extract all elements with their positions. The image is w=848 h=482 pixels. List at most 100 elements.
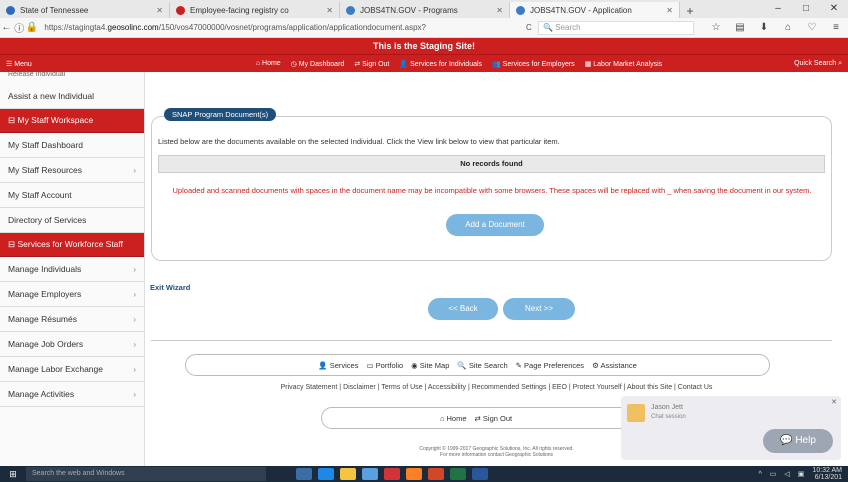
- footer-link-sign-out[interactable]: ⇄ Sign Out: [475, 414, 513, 423]
- sidebar-item-manage-activities[interactable]: Manage Activities ›: [0, 382, 144, 407]
- sidebar-item-label: Manage Labor Exchange: [8, 364, 103, 374]
- sidebar-item-manage-employers[interactable]: Manage Employers ›: [0, 282, 144, 307]
- footer-link-site-search[interactable]: 🔍 Site Search: [457, 361, 507, 370]
- lock-icon: 🔒: [25, 22, 39, 33]
- sidebar-item-manage-r-sum-s[interactable]: Manage Résumés ›: [0, 307, 144, 332]
- reload-icon[interactable]: C: [520, 23, 538, 32]
- footer-tools-bar: 👤 Services ▭ Portfolio ◉ Site Map 🔍 Site Se…: [185, 354, 770, 376]
- help-label: Help: [795, 435, 816, 446]
- close-tab-icon[interactable]: ✕: [496, 6, 503, 15]
- footer-link-assistance[interactable]: ⚙ Assistance: [592, 361, 637, 370]
- network-icon[interactable]: ▭: [770, 470, 777, 478]
- outlook-icon[interactable]: [362, 468, 378, 480]
- exit-wizard-link[interactable]: Exit Wizard: [150, 283, 190, 292]
- services-icon: 👤: [318, 360, 328, 370]
- chevron-right-icon: ›: [133, 165, 136, 175]
- browser-tab[interactable]: JOBS4TN.GOV - Application ✕: [510, 2, 680, 18]
- close-tab-icon[interactable]: ✕: [156, 6, 163, 15]
- close-tab-icon[interactable]: ✕: [326, 6, 333, 15]
- address-bar-row: ← ⓘ 🔒 https://stagingta4.geosolinc.com/1…: [0, 18, 848, 38]
- tray-up-arrow-icon[interactable]: ^: [758, 471, 761, 478]
- sidebar-item-my-staff-account[interactable]: My Staff Account: [0, 183, 144, 208]
- footer-link-label: Site Map: [419, 360, 450, 370]
- sign-out-icon: ⇄: [354, 61, 361, 68]
- clock[interactable]: 10:32 AM 6/13/201: [812, 467, 842, 481]
- info-icon[interactable]: ⓘ: [13, 20, 26, 35]
- pocket-icon[interactable]: ♡: [800, 22, 824, 33]
- url-field[interactable]: https://stagingta4.geosolinc.com/150/vos…: [44, 23, 519, 32]
- help-button[interactable]: 💬 Help: [763, 429, 833, 453]
- file-explorer-icon[interactable]: [340, 468, 356, 480]
- sidebar-item-directory-of-services[interactable]: Directory of Services: [0, 208, 144, 233]
- sidebar-section-my-staff-workspace[interactable]: ⊟ My Staff Workspace: [0, 109, 144, 133]
- sidebar-item-assist-a-new-individual[interactable]: Assist a new Individual: [0, 84, 144, 109]
- hamburger-menu-icon[interactable]: ≡: [824, 22, 848, 33]
- quick-search-button[interactable]: Quick Search ⌕: [768, 60, 848, 68]
- footer-link-services[interactable]: 👤 Services: [318, 361, 358, 370]
- labor-market-icon: ▦: [584, 61, 592, 68]
- nav-link-labor-market-analysis[interactable]: ▦ Labor Market Analysis: [585, 60, 662, 68]
- next-button[interactable]: Next >>: [503, 298, 575, 320]
- sidebar-item-label: Manage Activities: [8, 389, 75, 399]
- notification-icon[interactable]: ▣: [798, 470, 805, 478]
- sidebar-item-label: My Staff Account: [8, 190, 72, 200]
- panel-intro: Listed below are the documents available…: [158, 137, 560, 146]
- sidebar-item-manage-individuals[interactable]: Manage Individuals ›: [0, 257, 144, 282]
- footer-link-page-preferences[interactable]: ✎ Page Preferences: [516, 361, 584, 370]
- sidebar-item-manage-labor-exchange[interactable]: Manage Labor Exchange ›: [0, 357, 144, 382]
- acrobat-icon[interactable]: [384, 468, 400, 480]
- menu-button[interactable]: ☰ Menu: [0, 60, 150, 68]
- sidebar-section-services-for-workforce-staff[interactable]: ⊟ Services for Workforce Staff: [0, 233, 144, 257]
- new-tab-button[interactable]: +: [680, 4, 700, 18]
- sidebar-item-my-staff-resources[interactable]: My Staff Resources ›: [0, 158, 144, 183]
- close-tab-icon[interactable]: ✕: [666, 6, 673, 15]
- back-arrow-icon[interactable]: ←: [0, 22, 13, 33]
- taskbar-search[interactable]: Search the web and Windows: [26, 467, 266, 481]
- documents-panel: SNAP Program Document(s) Listed below ar…: [151, 108, 832, 261]
- sidebar-item-label: My Staff Resources: [8, 165, 83, 175]
- minimize-icon[interactable]: –: [764, 0, 792, 18]
- add-document-button[interactable]: Add a Document: [446, 214, 544, 236]
- volume-icon[interactable]: ◁: [784, 470, 789, 478]
- windows-start-icon[interactable]: ⊞: [0, 469, 26, 480]
- browser-tab[interactable]: JOBS4TN.GOV - Programs ✕: [340, 2, 510, 18]
- close-icon[interactable]: ✕: [820, 0, 848, 18]
- firefox-icon[interactable]: [406, 468, 422, 480]
- sidebar-item-my-staff-dashboard[interactable]: My Staff Dashboard: [0, 133, 144, 158]
- browser-tab[interactable]: Employee-facing registry co ✕: [170, 2, 340, 18]
- task-view-icon[interactable]: [296, 468, 312, 480]
- close-icon[interactable]: ✕: [831, 398, 837, 406]
- nav-link-my-dashboard[interactable]: ◷ My Dashboard: [291, 60, 345, 68]
- powerpoint-icon[interactable]: [428, 468, 444, 480]
- browser-tab-strip: State of Tennessee ✕ Employee-facing regis…: [0, 0, 848, 18]
- footer-links[interactable]: Privacy Statement | Disclaimer | Terms o…: [145, 384, 848, 391]
- nav-link-home[interactable]: ⌂ Home: [256, 60, 281, 68]
- footer-divider: [151, 340, 832, 341]
- nav-link-sign-out[interactable]: ⇄ Sign Out: [354, 60, 389, 68]
- sidebar-item-manage-job-orders[interactable]: Manage Job Orders ›: [0, 332, 144, 357]
- sidebar-item-label: Manage Individuals: [8, 264, 82, 274]
- nav-link-label: Services for Individuals: [410, 61, 483, 68]
- footer-link-site-map[interactable]: ◉ Site Map: [411, 361, 449, 370]
- back-button[interactable]: << Back: [428, 298, 498, 320]
- nav-link-services-for-individuals[interactable]: 👤 Services for Individuals: [399, 60, 482, 68]
- bookmark-star-icon[interactable]: ☆: [704, 22, 728, 33]
- reading-list-icon[interactable]: ▤: [728, 22, 752, 33]
- edge-icon[interactable]: [318, 468, 334, 480]
- nav-link-label: Sign Out: [362, 61, 390, 68]
- browser-search-input[interactable]: 🔍 Search: [538, 20, 694, 35]
- download-icon[interactable]: ⬇: [752, 22, 776, 33]
- browser-tab[interactable]: State of Tennessee ✕: [0, 2, 170, 18]
- maximize-icon[interactable]: □: [792, 0, 820, 18]
- excel-icon[interactable]: [450, 468, 466, 480]
- home-icon[interactable]: ⌂: [776, 22, 800, 33]
- nav-link-services-for-employers[interactable]: 👥 Services for Employers: [492, 60, 575, 68]
- browser-toolbar-icons: ☆ ▤ ⬇ ⌂ ♡ ≡: [704, 22, 848, 33]
- footer-link-portfolio[interactable]: ▭ Portfolio: [366, 361, 403, 370]
- assistance-icon: ⚙: [592, 360, 599, 370]
- sidebar-item-release-individual[interactable]: Release Individual: [0, 72, 144, 84]
- panel-title: SNAP Program Document(s): [164, 108, 277, 121]
- word-icon[interactable]: [472, 468, 488, 480]
- footer-link-home[interactable]: ⌂ Home: [440, 414, 467, 423]
- footer-home-bar: ⌂ Home ⇄ Sign Out: [321, 407, 631, 429]
